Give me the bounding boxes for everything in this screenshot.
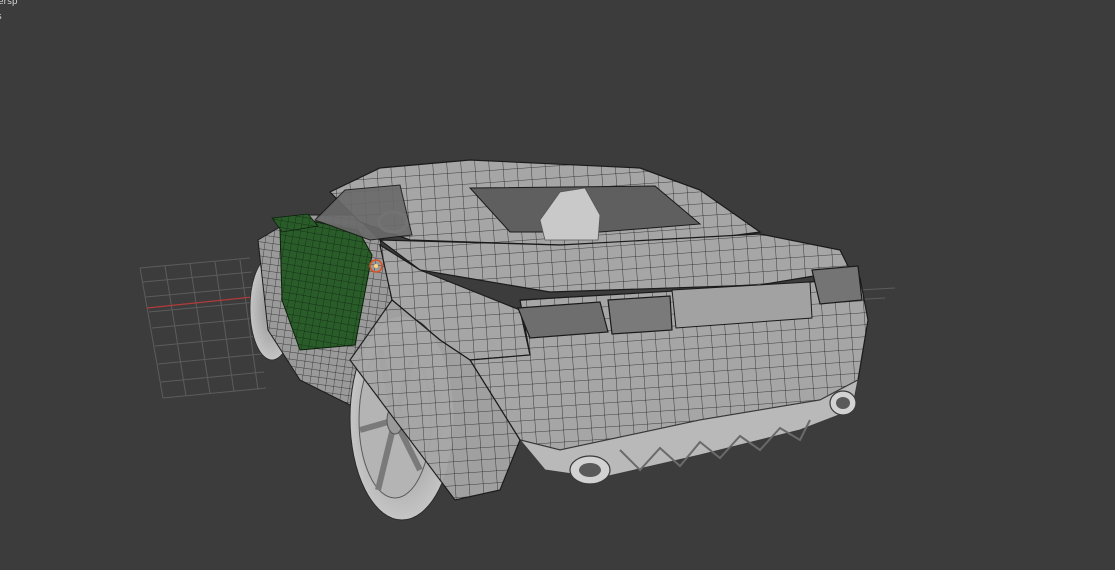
x-axis-line: [146, 295, 263, 309]
tail-light-left: [517, 301, 609, 339]
exhaust-left-inner: [579, 463, 601, 477]
tail-light-right: [811, 265, 863, 305]
selected-door-panel: [279, 219, 373, 351]
3d-viewport[interactable]: ersp s: [0, 0, 1115, 570]
viewport-scene[interactable]: [0, 0, 1115, 570]
tail-light-center: [607, 295, 673, 335]
exhaust-right-inner: [836, 397, 850, 409]
